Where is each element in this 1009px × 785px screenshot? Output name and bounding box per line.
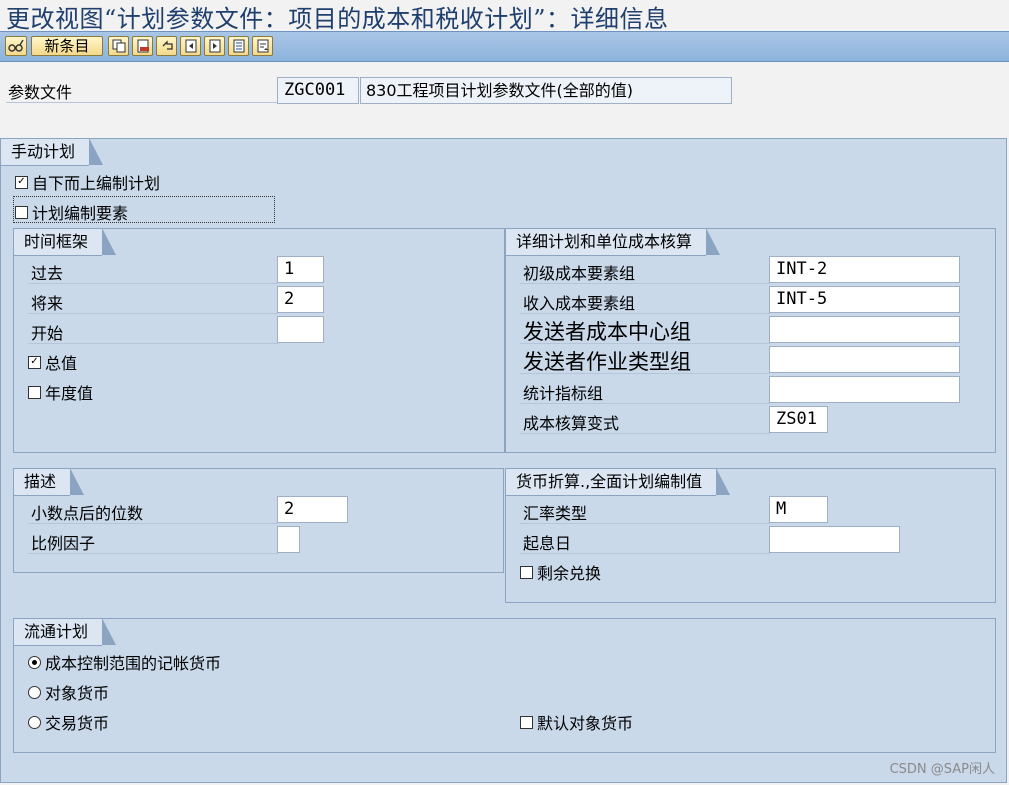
default-object-currency-checkbox[interactable]: 默认对象货币 — [520, 710, 633, 734]
remainder-checkbox[interactable]: 剩余兑换 — [520, 560, 601, 584]
future-label: 将来 — [31, 294, 64, 313]
annual-values-checkbox[interactable]: 年度值 — [28, 380, 93, 404]
past-label: 过去 — [31, 264, 64, 283]
planning-elements-label: 计划编制要素 — [32, 204, 129, 223]
transaction-currency-label: 交易货币 — [45, 714, 110, 733]
stat-key-label: 统计指标组 — [523, 384, 604, 403]
copy-icon — [112, 39, 125, 53]
transport-button[interactable] — [252, 36, 273, 56]
representation-title: 描述 — [14, 468, 85, 496]
controlling-area-currency-radio[interactable]: 成本控制范围的记帐货币 — [28, 650, 221, 674]
exchange-rate-label: 汇率类型 — [523, 504, 588, 523]
total-values-label: 总值 — [45, 354, 78, 373]
profile-label: 参数文件 — [8, 83, 73, 102]
exchange-rate-input[interactable]: M — [769, 496, 828, 523]
revenue-input[interactable]: INT-5 — [769, 286, 960, 313]
checkbox-icon — [520, 716, 533, 729]
radio-icon — [28, 716, 41, 729]
sender-activity-input[interactable] — [769, 346, 960, 373]
profile-code-field[interactable]: ZGC001 — [277, 77, 359, 104]
costing-variant-label: 成本核算变式 — [523, 414, 620, 433]
currency-planning-title: 流通计划 — [14, 618, 117, 646]
copy-button[interactable] — [108, 36, 129, 56]
transaction-currency-radio[interactable]: 交易货币 — [28, 710, 109, 734]
checkbox-icon — [15, 206, 28, 219]
value-date-input[interactable] — [769, 526, 900, 553]
page-title: 更改视图“计划参数文件：项目的成本和税收计划”：详细信息 — [6, 5, 669, 33]
time-frame-title: 时间框架 — [14, 228, 117, 256]
glasses-edit-icon — [8, 39, 24, 52]
sender-cc-label: 发送者成本中心组 — [523, 320, 691, 344]
transport-icon — [257, 39, 268, 53]
object-currency-radio[interactable]: 对象货币 — [28, 680, 109, 704]
total-values-checkbox[interactable]: ✓ 总值 — [28, 350, 77, 374]
scaling-factor-label: 比例因子 — [31, 534, 96, 553]
application-toolbar: 新条目 — [0, 31, 1009, 62]
radio-icon — [28, 686, 41, 699]
profile-description-field: 830工程项目计划参数文件(全部的值) — [360, 77, 732, 104]
start-input[interactable] — [277, 316, 324, 343]
radio-selected-icon — [28, 656, 41, 669]
controlling-area-currency-label: 成本控制范围的记帐货币 — [45, 654, 222, 673]
decimal-places-input[interactable]: 2 — [277, 496, 348, 523]
checkbox-icon: ✓ — [15, 176, 28, 189]
value-date-label: 起息日 — [523, 534, 572, 553]
time-frame-group: 时间框架 — [13, 228, 505, 453]
previous-entry-button[interactable] — [180, 36, 201, 56]
start-label: 开始 — [31, 324, 64, 343]
planning-elements-checkbox[interactable]: 计划编制要素 — [15, 200, 128, 224]
future-input[interactable]: 2 — [277, 286, 324, 313]
checkbox-icon — [520, 566, 533, 579]
previous-entry-icon — [185, 39, 196, 53]
watermark-text: CSDN @SAP闲人 — [889, 762, 995, 777]
delete-button[interactable] — [132, 36, 153, 56]
sender-cc-input[interactable] — [769, 316, 960, 343]
currency-translation-title: 货币折算.,全面计划编制值 — [506, 468, 731, 496]
bottom-up-checkbox[interactable]: ✓ 自下而上编制计划 — [15, 170, 160, 194]
checkbox-icon: ✓ — [28, 356, 41, 369]
display-change-button[interactable] — [5, 36, 27, 56]
primary-cost-input[interactable]: INT-2 — [769, 256, 960, 283]
stat-key-input[interactable] — [769, 376, 960, 403]
detail-planning-title: 详细计划和单位成本核算 — [506, 228, 721, 256]
select-all-icon — [233, 39, 244, 53]
next-entry-button[interactable] — [204, 36, 225, 56]
sender-activity-label: 发送者作业类型组 — [523, 350, 691, 374]
new-entries-button[interactable]: 新条目 — [31, 36, 103, 56]
revenue-label: 收入成本要素组 — [523, 294, 636, 313]
object-currency-label: 对象货币 — [45, 684, 110, 703]
scaling-factor-input[interactable] — [277, 526, 300, 553]
delete-icon — [137, 39, 149, 53]
decimal-places-label: 小数点后的位数 — [31, 504, 144, 523]
costing-variant-input[interactable]: ZS01 — [769, 406, 828, 433]
next-entry-icon — [209, 39, 220, 53]
undo-button[interactable] — [156, 36, 177, 56]
past-input[interactable]: 1 — [277, 256, 324, 283]
manual-planning-title: 手动计划 — [1, 138, 104, 166]
annual-values-label: 年度值 — [45, 384, 94, 403]
checkbox-icon — [28, 386, 41, 399]
select-all-button[interactable] — [228, 36, 249, 56]
default-object-currency-label: 默认对象货币 — [537, 714, 634, 733]
primary-cost-label: 初级成本要素组 — [523, 264, 636, 283]
remainder-label: 剩余兑换 — [537, 564, 602, 583]
currency-planning-group: 流通计划 — [13, 618, 996, 753]
undo-icon — [162, 40, 173, 50]
bottom-up-label: 自下而上编制计划 — [32, 174, 161, 193]
